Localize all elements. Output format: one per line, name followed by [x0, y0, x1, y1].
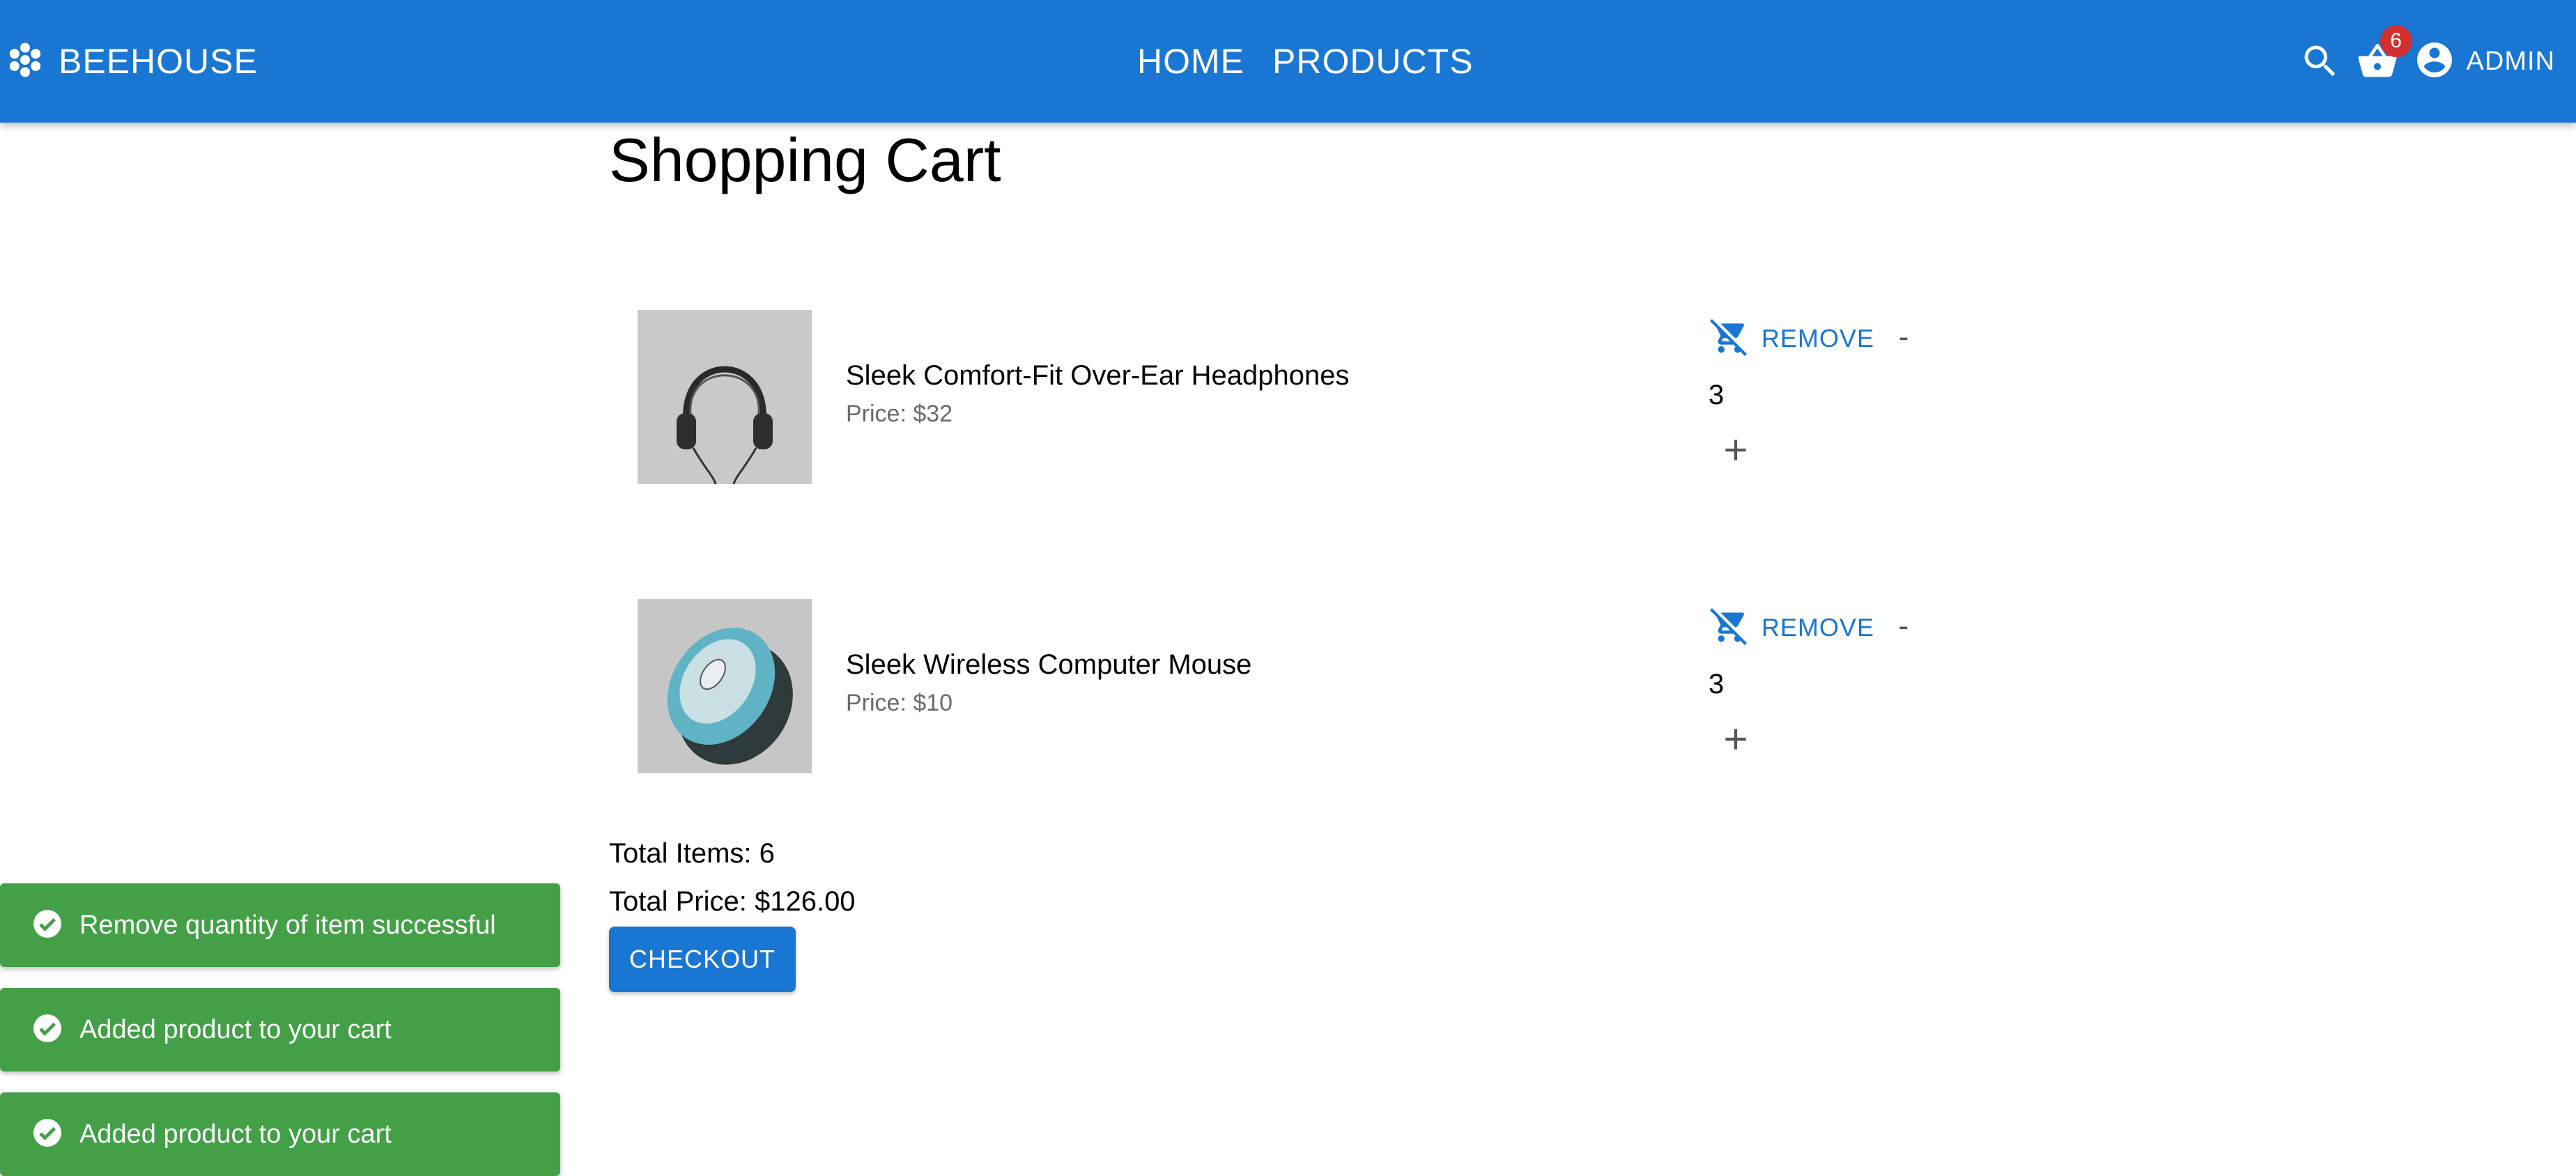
cart-count-badge: 6: [2380, 25, 2412, 57]
cart-button[interactable]: 6: [2357, 25, 2412, 85]
mouse-image: [638, 599, 812, 773]
snackbar-message: Added product to your cart: [79, 1119, 392, 1149]
snackbar-message: Remove quantity of item successful: [79, 910, 496, 940]
plus-icon: [1718, 440, 1753, 470]
app-bar: BEEHOUSE HOME PRODUCTS 6 ADMIN: [0, 0, 2576, 123]
nav-products[interactable]: PRODUCTS: [1272, 41, 1474, 82]
page-title: Shopping Cart: [609, 125, 1001, 194]
item-name: Sleek Comfort-Fit Over-Ear Headphones: [846, 360, 1350, 391]
remove-label: REMOVE: [1761, 612, 1875, 642]
plus-icon: [1718, 729, 1753, 759]
decrease-quantity-button[interactable]: -: [1890, 609, 1918, 644]
checkout-button[interactable]: CHECKOUT: [609, 927, 796, 992]
remove-item-button[interactable]: REMOVE: [1710, 317, 1874, 359]
account-label: ADMIN: [2466, 46, 2555, 76]
item-price: Price: $32: [846, 401, 953, 427]
check-circle-icon: [31, 1012, 64, 1049]
remove-shopping-cart-icon: [1710, 606, 1749, 649]
header-tools: 6 ADMIN: [2284, 25, 2555, 89]
item-name: Sleek Wireless Computer Mouse: [846, 649, 1252, 680]
increase-quantity-button[interactable]: [1718, 722, 1753, 757]
success-snackbar[interactable]: Added product to your cart: [0, 1092, 560, 1176]
increase-quantity-button[interactable]: [1718, 433, 1753, 467]
item-quantity: 3: [1709, 380, 1725, 410]
hive-icon: [6, 40, 45, 83]
remove-label: REMOVE: [1761, 323, 1875, 353]
item-quantity: 3: [1709, 669, 1725, 699]
success-snackbar[interactable]: Remove quantity of item successful: [0, 883, 560, 967]
nav-home[interactable]: HOME: [1137, 41, 1244, 82]
cart-item: Sleek Wireless Computer Mouse Price: $10…: [609, 599, 1933, 780]
account-button[interactable]: ADMIN: [2414, 39, 2555, 84]
brand-link[interactable]: BEEHOUSE: [6, 39, 258, 84]
cart-item: Sleek Comfort-Fit Over-Ear Headphones Pr…: [609, 310, 1933, 491]
basket-icon: [2357, 43, 2398, 85]
headphones-image: [638, 310, 812, 484]
brand-label: BEEHOUSE: [59, 42, 258, 81]
success-snackbar[interactable]: Added product to your cart: [0, 988, 560, 1071]
check-circle-icon: [31, 907, 64, 944]
remove-item-button[interactable]: REMOVE: [1710, 606, 1874, 649]
main-nav: HOME PRODUCTS: [1137, 39, 1502, 84]
account-circle-icon: [2414, 39, 2455, 84]
total-price: Total Price: $126.00: [609, 886, 856, 917]
remove-shopping-cart-icon: [1710, 317, 1749, 359]
snackbar-message: Added product to your cart: [79, 1014, 392, 1044]
total-items: Total Items: 6: [609, 838, 775, 869]
check-circle-icon: [31, 1116, 64, 1153]
item-price: Price: $10: [846, 690, 953, 716]
search-icon[interactable]: [2299, 40, 2341, 82]
decrease-quantity-button[interactable]: -: [1890, 320, 1918, 355]
